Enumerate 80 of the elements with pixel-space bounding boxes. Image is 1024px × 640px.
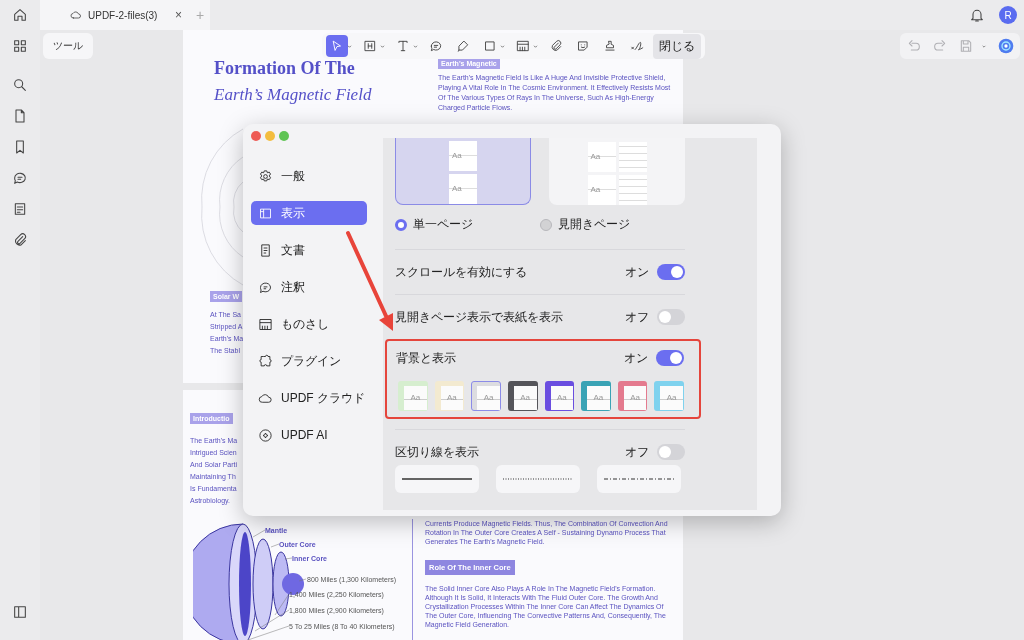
solid-line-icon bbox=[402, 477, 472, 481]
ruler-icon bbox=[258, 316, 273, 332]
avatar[interactable]: R bbox=[999, 6, 1017, 24]
page-thumbnail bbox=[618, 175, 647, 205]
sidebar-item[interactable]: プラグイン bbox=[251, 349, 367, 373]
sidebar-item[interactable]: 表示 bbox=[251, 201, 367, 225]
sample-text: Aa bbox=[630, 393, 640, 402]
sample-text: Aa bbox=[590, 185, 601, 194]
theme-swatch[interactable]: Aa bbox=[654, 381, 684, 411]
grid-icon[interactable] bbox=[12, 38, 28, 54]
setting-label: 見開きページ表示で表紙を表示 bbox=[395, 308, 564, 326]
tab-title: UPDF-2-files(3) bbox=[88, 9, 158, 21]
toggle-switch[interactable] bbox=[657, 444, 685, 460]
radio-button[interactable] bbox=[395, 218, 407, 231]
document-title: Formation Of The bbox=[214, 58, 356, 79]
sample-text: Aa bbox=[666, 393, 677, 402]
layout-icon bbox=[258, 205, 273, 221]
layout-preview[interactable]: Aa Aa bbox=[395, 138, 531, 205]
tools-button[interactable]: ツール bbox=[43, 33, 93, 59]
document-icon bbox=[258, 242, 273, 258]
toggle-switch[interactable] bbox=[657, 309, 685, 325]
sidebar-item[interactable]: 文書 bbox=[251, 238, 367, 262]
sidebar-item[interactable]: UPDF クラウド bbox=[251, 386, 367, 410]
sample-text: Aa bbox=[483, 393, 494, 402]
close-button[interactable]: 閉じる bbox=[653, 33, 701, 59]
line-style-option[interactable] bbox=[597, 465, 681, 493]
toggle-state-label: オン bbox=[625, 263, 649, 281]
setting-label: 区切り線を表示 bbox=[395, 443, 480, 461]
paperclip-icon[interactable] bbox=[12, 232, 28, 248]
sample-text: Aa bbox=[452, 151, 462, 160]
theme-swatch[interactable]: Aa bbox=[434, 381, 465, 411]
sidebar-item[interactable]: ものさし bbox=[251, 312, 367, 336]
tool-button[interactable] bbox=[326, 35, 354, 57]
sample-text: Aa bbox=[593, 393, 604, 402]
toggle-switch[interactable] bbox=[656, 350, 684, 366]
sample-text: Aa bbox=[447, 393, 457, 402]
puzzle-icon bbox=[258, 353, 273, 369]
toggle-switch[interactable] bbox=[657, 264, 685, 280]
toggle-state-label: オフ bbox=[625, 443, 649, 461]
sidebar-item[interactable]: 注釈 bbox=[251, 275, 367, 299]
layout-preview[interactable]: Aa Aa bbox=[549, 138, 685, 205]
ai-logo-icon[interactable] bbox=[998, 37, 1014, 55]
theme-swatch[interactable]: Aa bbox=[471, 381, 501, 411]
dash-dot-line-icon bbox=[604, 477, 674, 481]
theme-swatch[interactable]: Aa bbox=[398, 381, 428, 411]
page-icon[interactable] bbox=[12, 108, 28, 124]
theme-swatch[interactable]: Aa bbox=[617, 381, 648, 411]
radio-button[interactable] bbox=[540, 218, 552, 231]
theme-swatch[interactable]: Aa bbox=[581, 381, 611, 411]
page-thumbnail bbox=[618, 142, 647, 172]
bell-icon[interactable] bbox=[969, 7, 985, 23]
close-tab-button[interactable]: × bbox=[175, 8, 182, 22]
theme-swatch[interactable]: Aa bbox=[544, 381, 575, 411]
toggle-state-label: オン bbox=[624, 349, 648, 367]
sidebar-item[interactable]: 一般 bbox=[251, 164, 367, 188]
radio-label: 単一ページ bbox=[413, 216, 473, 233]
radio-label: 見開きページ bbox=[558, 216, 630, 233]
panel-icon[interactable] bbox=[12, 604, 28, 620]
search-icon[interactable] bbox=[12, 77, 28, 93]
sample-text: Aa bbox=[410, 393, 421, 402]
gear-icon bbox=[258, 168, 273, 184]
sample-text: Aa bbox=[452, 184, 462, 193]
sample-text: Aa bbox=[520, 393, 531, 402]
sidebar-item[interactable]: UPDF AI bbox=[251, 423, 367, 447]
dotted-line-icon bbox=[503, 477, 573, 481]
setting-label: 背景と表示 bbox=[396, 349, 457, 367]
document-subtitle: Earth’s Magnetic Field bbox=[214, 85, 373, 105]
close-window-button[interactable] bbox=[251, 131, 261, 141]
line-style-option[interactable] bbox=[395, 465, 479, 493]
sample-text: Aa bbox=[590, 152, 601, 161]
home-icon[interactable] bbox=[12, 7, 28, 23]
cloud-icon bbox=[70, 9, 82, 21]
setting-label: スクロールを有効にする bbox=[395, 263, 528, 281]
form-icon[interactable] bbox=[12, 201, 28, 217]
ai-icon bbox=[258, 427, 273, 443]
speech-bubble-icon bbox=[258, 279, 273, 295]
toggle-state-label: オフ bbox=[625, 308, 649, 326]
theme-swatch[interactable]: Aa bbox=[507, 381, 538, 411]
comment-icon[interactable] bbox=[12, 170, 28, 186]
sample-text: Aa bbox=[556, 393, 567, 402]
